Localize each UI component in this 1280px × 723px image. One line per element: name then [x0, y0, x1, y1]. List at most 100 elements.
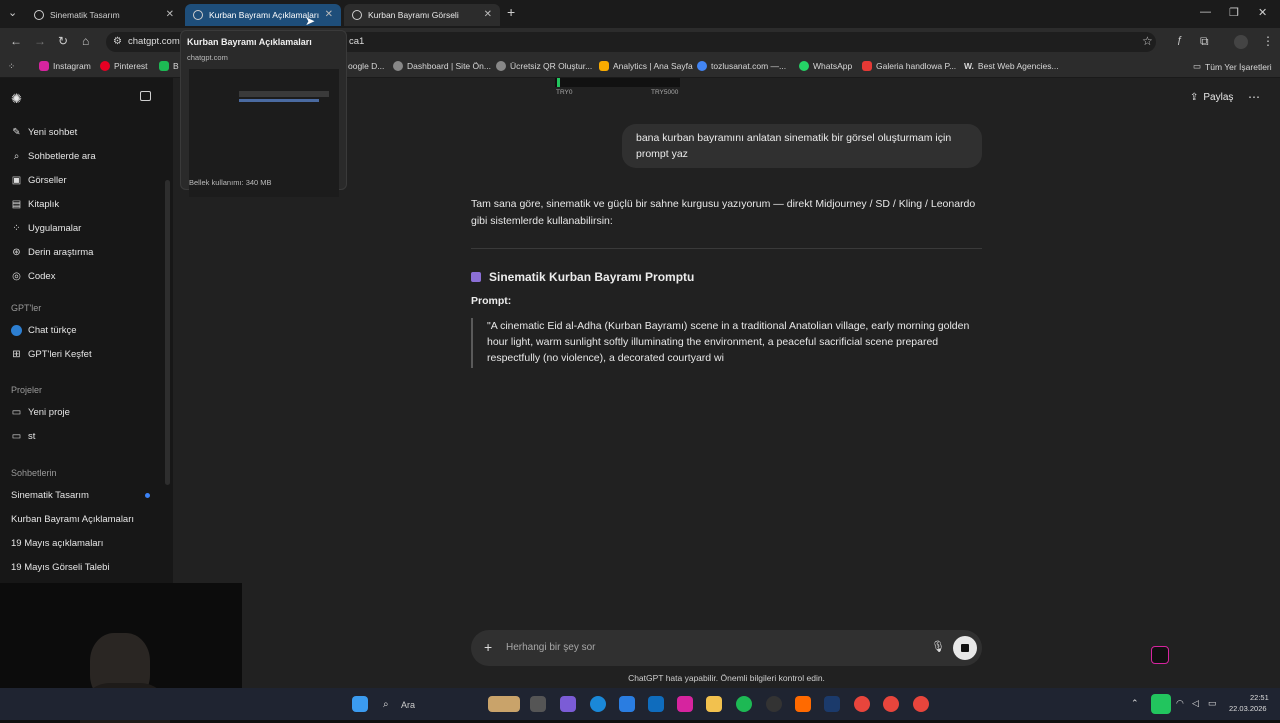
bookmark-star-icon[interactable]: ☆	[1142, 34, 1153, 48]
photoshop-icon[interactable]	[824, 696, 840, 712]
copilot-icon[interactable]	[560, 696, 576, 712]
strip-label-left: TRY0	[556, 89, 573, 96]
bookmark-qr[interactable]: Ücretsiz QR Oluştur...	[496, 61, 592, 71]
sidebar-scrollbar[interactable]	[165, 180, 170, 485]
close-tab-icon[interactable]: ✕	[325, 9, 333, 20]
apps-grid-icon[interactable]: ⁘	[8, 61, 15, 72]
chats-heading: Sohbetlerin	[11, 468, 57, 478]
deep-research-icon: ⊛	[12, 247, 21, 258]
extensions-puzzle-icon[interactable]: ⧉	[1200, 34, 1209, 49]
slider-marker	[557, 78, 560, 87]
wifi-icon[interactable]: ◠	[1176, 698, 1184, 709]
tab-sinematik-tasarim[interactable]: Sinematik Tasarım ✕	[26, 4, 182, 26]
stop-button[interactable]	[953, 636, 977, 660]
chrome-icon[interactable]	[883, 696, 899, 712]
kick-icon[interactable]	[1151, 694, 1171, 714]
bookmark-galeria[interactable]: Galeria handlowa P...	[862, 61, 956, 71]
instagram-icon	[39, 61, 49, 71]
menu-kebab-icon[interactable]: ⋮	[1262, 34, 1274, 48]
url-text-left: chatgpt.com	[128, 36, 180, 47]
spotify-icon[interactable]	[736, 696, 752, 712]
back-icon[interactable]: ←	[10, 34, 22, 48]
sidebar-item-library[interactable]: ▤ Kitaplık	[11, 199, 59, 210]
explore-gpts-icon: ⊞	[12, 349, 21, 360]
w-logo-icon: W.	[964, 61, 974, 71]
maximize-icon[interactable]: ❐	[1229, 6, 1239, 19]
taskbar-search-label[interactable]: Ara	[401, 700, 415, 710]
openai-logo-icon[interactable]: ✺	[11, 91, 22, 107]
search-icon: ⌕	[13, 151, 20, 162]
prompt-blockquote: "A cinematic Eid al-Adha (Kurban Bayramı…	[471, 318, 982, 368]
windows-taskbar: ⌕ Ara ⌃ ◠ ◁ ▭ 22:51 22.03.2026	[0, 688, 1280, 720]
sidebar-item-explore-gpts[interactable]: ⊞ GPT'leri Keşfet	[11, 349, 91, 360]
close-tab-icon[interactable]: ✕	[166, 9, 174, 20]
bookmark-analytics[interactable]: Analytics | Ana Sayfa	[599, 61, 693, 71]
site-info-icon[interactable]: ⚙	[113, 36, 122, 47]
sidebar-toggle-icon[interactable]	[140, 91, 151, 101]
reload-icon[interactable]: ↻	[58, 34, 68, 48]
volume-icon[interactable]: ◁	[1192, 698, 1199, 709]
sidebar-item-images[interactable]: ▣ Görseller	[11, 175, 67, 186]
bookmark-dashboard[interactable]: Dashboard | Site Ön...	[393, 61, 491, 71]
microphone-icon[interactable]: 🎙	[931, 640, 945, 653]
close-tab-icon[interactable]: ✕	[484, 9, 492, 20]
extension-icon[interactable]: ƒ	[1177, 35, 1183, 46]
message-input[interactable]: Herhangi bir şey sor	[506, 642, 595, 653]
sidebar-chat-item[interactable]: Kurban Bayramı Açıklamaları	[11, 514, 134, 525]
sidebar-item-codex[interactable]: ◎ Codex	[11, 271, 55, 282]
edge-icon[interactable]	[590, 696, 606, 712]
sidebar-item-chat-turkce[interactable]: Chat türkçe	[11, 325, 77, 336]
profile-avatar[interactable]	[1234, 35, 1248, 49]
sidebar-item-search[interactable]: ⌕ Sohbetlerde ara	[11, 151, 96, 162]
sidebar-item-new-project[interactable]: ▭ Yeni proje	[11, 407, 70, 418]
tray-chevron-icon[interactable]: ⌃	[1131, 698, 1139, 709]
assistant-intro: Tam sana göre, sinematik ve güçlü bir sa…	[471, 198, 976, 227]
prompt-label: Prompt:	[471, 295, 512, 307]
sidebar-chat-item[interactable]: Sinematik Tasarım	[11, 490, 89, 501]
instagram-app-icon[interactable]	[677, 696, 693, 712]
sidebar-chat-item[interactable]: 19 Mayıs Görseli Talebi	[11, 562, 110, 573]
tab-title: Kurban Bayramı Görseli	[368, 10, 459, 20]
chrome-icon[interactable]	[854, 696, 870, 712]
bookmark-whatsapp[interactable]: WhatsApp	[799, 61, 852, 71]
taskbar-search-icon[interactable]: ⌕	[383, 699, 389, 710]
home-icon[interactable]: ⌂	[82, 34, 89, 48]
bookmark-tozlusanat[interactable]: tozlusanat.com —...	[697, 61, 786, 71]
tab-kurban-bayrami-gorseli[interactable]: Kurban Bayramı Görseli ✕	[344, 4, 500, 26]
minimize-icon[interactable]: —	[1200, 6, 1211, 18]
bookmark-instagram[interactable]: Instagram	[39, 61, 91, 71]
attach-plus-icon[interactable]: +	[484, 639, 492, 655]
sidebar-item-apps[interactable]: ⁘ Uygulamalar	[11, 223, 81, 234]
bookmark-favicon-icon	[159, 61, 169, 71]
sidebar-item-project-st[interactable]: ▭ st	[11, 431, 36, 442]
bookmark-best-web[interactable]: W. Best Web Agencies...	[964, 61, 1059, 71]
all-bookmarks[interactable]: ▭ Tüm Yer İşaretleri	[1193, 61, 1272, 72]
forward-icon[interactable]: →	[34, 34, 46, 48]
davinci-icon[interactable]	[766, 696, 782, 712]
tab-kurban-bayrami-aciklamalari[interactable]: Kurban Bayramı Açıklamaları ✕	[185, 4, 341, 26]
weather-widget-icon[interactable]	[488, 696, 520, 712]
chrome-icon[interactable]	[913, 696, 929, 712]
close-window-icon[interactable]: ✕	[1258, 6, 1267, 19]
folder-icon: ▭	[11, 431, 22, 442]
clock-date[interactable]: 22.03.2026	[1229, 704, 1267, 713]
taskview-icon[interactable]	[530, 696, 546, 712]
more-options-icon[interactable]: ⋯	[1248, 90, 1260, 104]
sidebar-item-deep-research[interactable]: ⊛ Derin araştırma	[11, 247, 93, 258]
store-icon[interactable]	[619, 696, 635, 712]
tab-search-chevron-icon[interactable]: ⌄	[8, 6, 17, 19]
battery-icon[interactable]: ▭	[1208, 698, 1217, 709]
apps-icon: ⁘	[12, 223, 21, 234]
bookmark-b[interactable]: B	[159, 61, 179, 71]
bookmark-pinterest[interactable]: Pinterest	[100, 61, 148, 71]
bookmark-google[interactable]: oogle D...	[348, 61, 384, 71]
windows-start-icon[interactable]	[352, 696, 368, 712]
clock-time[interactable]: 22:51	[1250, 693, 1269, 702]
outlook-icon[interactable]	[648, 696, 664, 712]
sidebar-item-new-chat[interactable]: ✎ Yeni sohbet	[11, 127, 77, 138]
share-button[interactable]: ⇪ Paylaş	[1190, 92, 1233, 103]
illustrator-icon[interactable]	[795, 696, 811, 712]
new-tab-icon[interactable]: +	[507, 4, 515, 20]
sidebar-chat-item[interactable]: 19 Mayıs açıklamaları	[11, 538, 103, 549]
file-explorer-icon[interactable]	[706, 696, 722, 712]
